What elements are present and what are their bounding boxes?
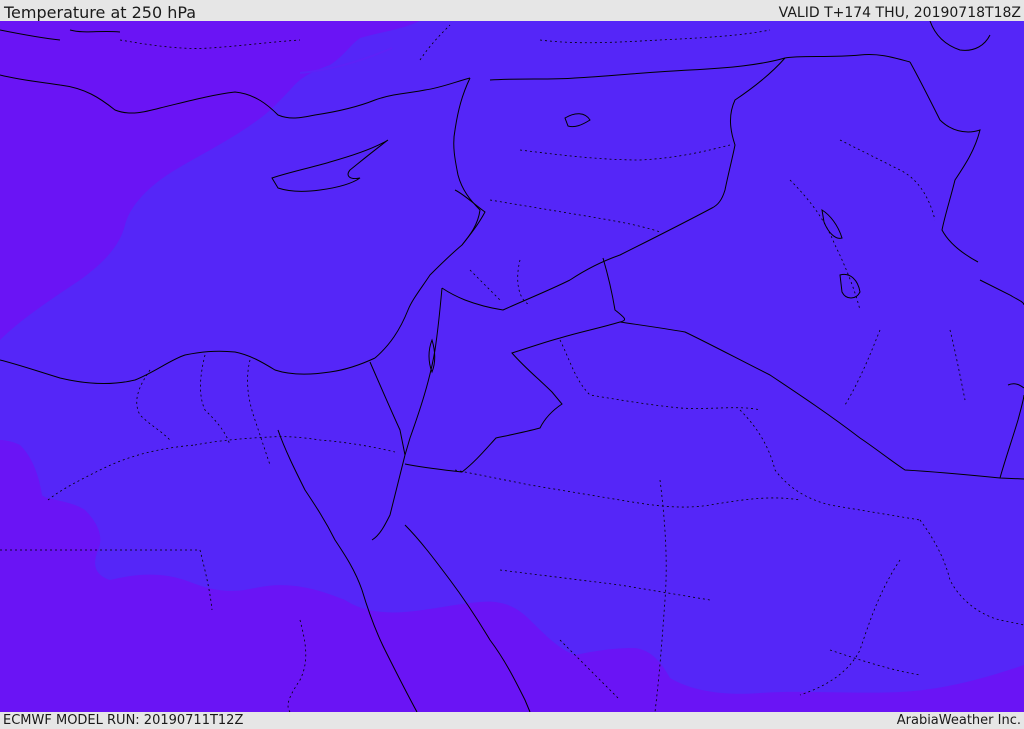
credit-label: ArabiaWeather Inc.: [896, 713, 1021, 728]
header-bar: Temperature at 250 hPa VALID T+174 THU, …: [0, 0, 1024, 22]
footer-bar: ECMWF MODEL RUN: 20190711T12Z ArabiaWeat…: [0, 712, 1024, 729]
temperature-map: [0, 21, 1024, 712]
valid-time: VALID T+174 THU, 20190718T18Z: [778, 5, 1021, 21]
model-run: ECMWF MODEL RUN: 20190711T12Z: [3, 713, 244, 728]
map-title: Temperature at 250 hPa: [4, 3, 197, 22]
map-area[interactable]: [0, 21, 1024, 712]
